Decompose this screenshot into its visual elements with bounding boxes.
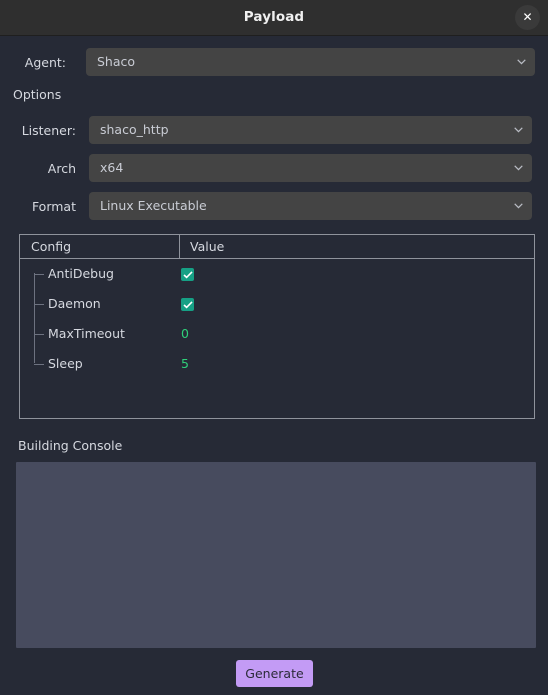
config-name: AntiDebug xyxy=(48,266,114,281)
format-select[interactable]: Linux Executable xyxy=(89,192,532,220)
tree-branch-line xyxy=(34,334,44,335)
maxtimeout-value[interactable]: 0 xyxy=(181,319,189,349)
chevron-down-icon xyxy=(514,203,523,209)
sleep-value[interactable]: 5 xyxy=(181,349,189,379)
generate-button[interactable]: Generate xyxy=(236,660,313,687)
table-row[interactable]: MaxTimeout 0 xyxy=(20,319,534,349)
agent-select-value: Shaco xyxy=(97,54,136,69)
arch-select-value: x64 xyxy=(100,160,124,175)
config-name: MaxTimeout xyxy=(48,326,125,341)
config-table-body: AntiDebug Daemon MaxTimeout 0 Sleep 5 xyxy=(20,259,534,418)
listener-label: Listener: xyxy=(21,123,76,138)
arch-label: Arch xyxy=(47,161,76,176)
agent-label: Agent: xyxy=(24,55,66,70)
building-console-label: Building Console xyxy=(18,438,123,453)
column-header-config: Config xyxy=(31,239,72,254)
table-row[interactable]: Sleep 5 xyxy=(20,349,534,379)
agent-select[interactable]: Shaco xyxy=(86,48,535,76)
tree-branch-line xyxy=(34,364,44,365)
config-name: Sleep xyxy=(48,356,83,371)
format-select-value: Linux Executable xyxy=(100,198,207,213)
close-button[interactable]: ✕ xyxy=(515,5,540,30)
chevron-down-icon xyxy=(517,59,526,65)
chevron-down-icon xyxy=(514,165,523,171)
chevron-down-icon xyxy=(514,127,523,133)
building-console-output[interactable] xyxy=(16,462,536,648)
options-section-label: Options xyxy=(13,87,62,102)
daemon-checkbox[interactable] xyxy=(181,298,194,311)
tree-branch-line xyxy=(34,274,44,275)
table-row[interactable]: AntiDebug xyxy=(20,259,534,289)
column-divider xyxy=(179,235,180,258)
table-row[interactable]: Daemon xyxy=(20,289,534,319)
window-title: Payload xyxy=(243,9,305,25)
format-label: Format xyxy=(31,199,76,214)
listener-select-value: shaco_http xyxy=(100,122,169,137)
column-header-value: Value xyxy=(190,239,225,254)
listener-select[interactable]: shaco_http xyxy=(89,116,532,144)
config-table-header: Config Value xyxy=(20,235,534,259)
close-icon: ✕ xyxy=(522,10,533,24)
config-name: Daemon xyxy=(48,296,101,311)
antidebug-checkbox[interactable] xyxy=(181,268,194,281)
arch-select[interactable]: x64 xyxy=(89,154,532,182)
tree-branch-line xyxy=(34,304,44,305)
window-titlebar: Payload ✕ xyxy=(0,0,548,36)
config-table: Config Value AntiDebug Daemon MaxTimeout… xyxy=(19,234,535,419)
